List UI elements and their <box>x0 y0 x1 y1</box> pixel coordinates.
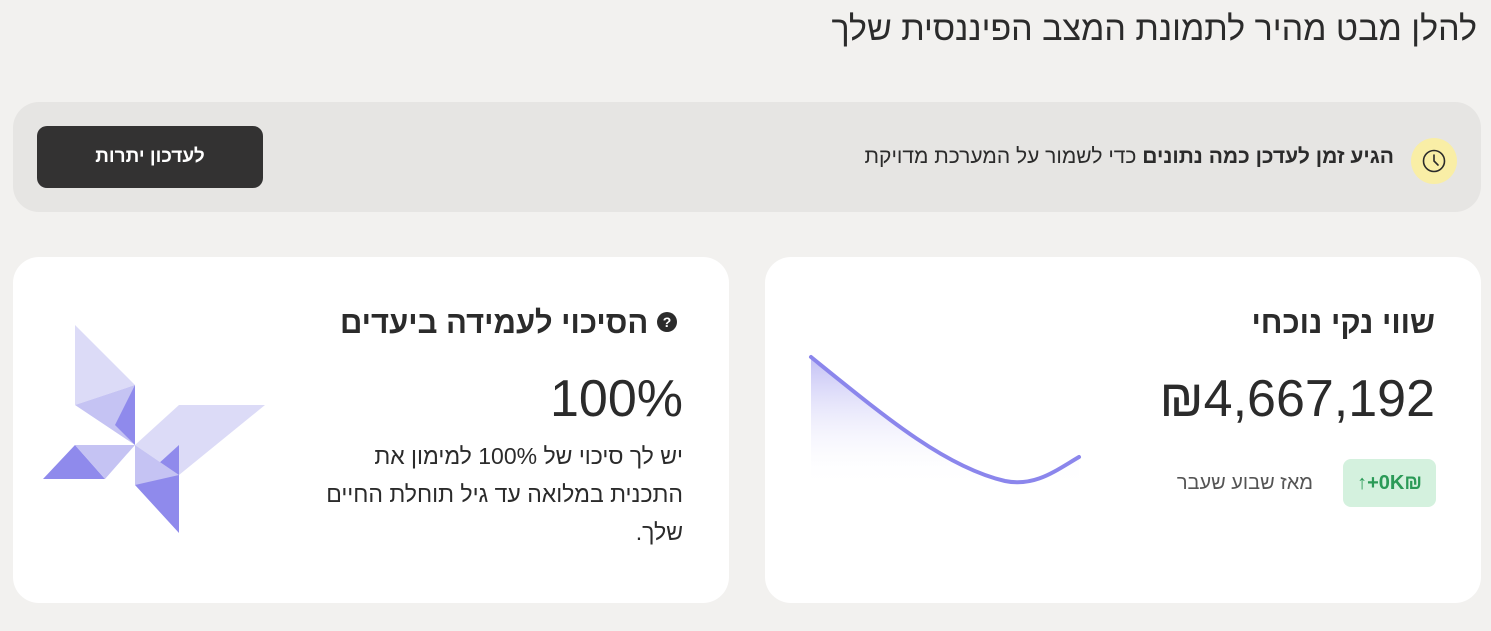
clock-icon <box>1411 138 1457 184</box>
success-title: ? הסיכוי לעמידה ביעדים <box>340 305 683 341</box>
banner-bold-text: הגיע זמן לעדכן כמה נתונים <box>1142 145 1394 168</box>
net-worth-card: שווי נקי נוכחי ₪4,667,192 ↑+0K₪ מאז שבוע… <box>765 257 1481 603</box>
butterfly-illustration <box>43 325 265 533</box>
banner-message: הגיע זמן לעדכן כמה נתונים כדי לשמור על ה… <box>865 145 1394 169</box>
net-worth-change-badge: ↑+0K₪ <box>1343 459 1436 507</box>
help-icon[interactable]: ? <box>657 311 677 332</box>
success-title-text: הסיכוי לעמידה ביעדים <box>339 305 649 340</box>
net-worth-value: ₪4,667,192 <box>1159 370 1436 428</box>
net-worth-title: שווי נקי נוכחי <box>1251 305 1435 340</box>
success-value: 100% <box>550 370 683 428</box>
net-worth-change-label: מאז שבוע שעבר <box>1176 472 1313 494</box>
update-banner: הגיע זמן לעדכן כמה נתונים כדי לשמור על ה… <box>13 102 1481 212</box>
success-description: יש לך סיכוי של 100% למימון את התכנית במל… <box>326 443 683 545</box>
net-worth-sparkline <box>809 355 1081 487</box>
update-balances-button[interactable]: לעדכון יתרות <box>37 126 263 188</box>
success-probability-card: ? הסיכוי לעמידה ביעדים 100% יש לך סיכוי … <box>13 257 729 603</box>
banner-text: כדי לשמור על המערכת מדויקת <box>864 145 1143 168</box>
page-title: להלן מבט מהיר לתמונת המצב הפיננסית שלך <box>831 10 1477 48</box>
